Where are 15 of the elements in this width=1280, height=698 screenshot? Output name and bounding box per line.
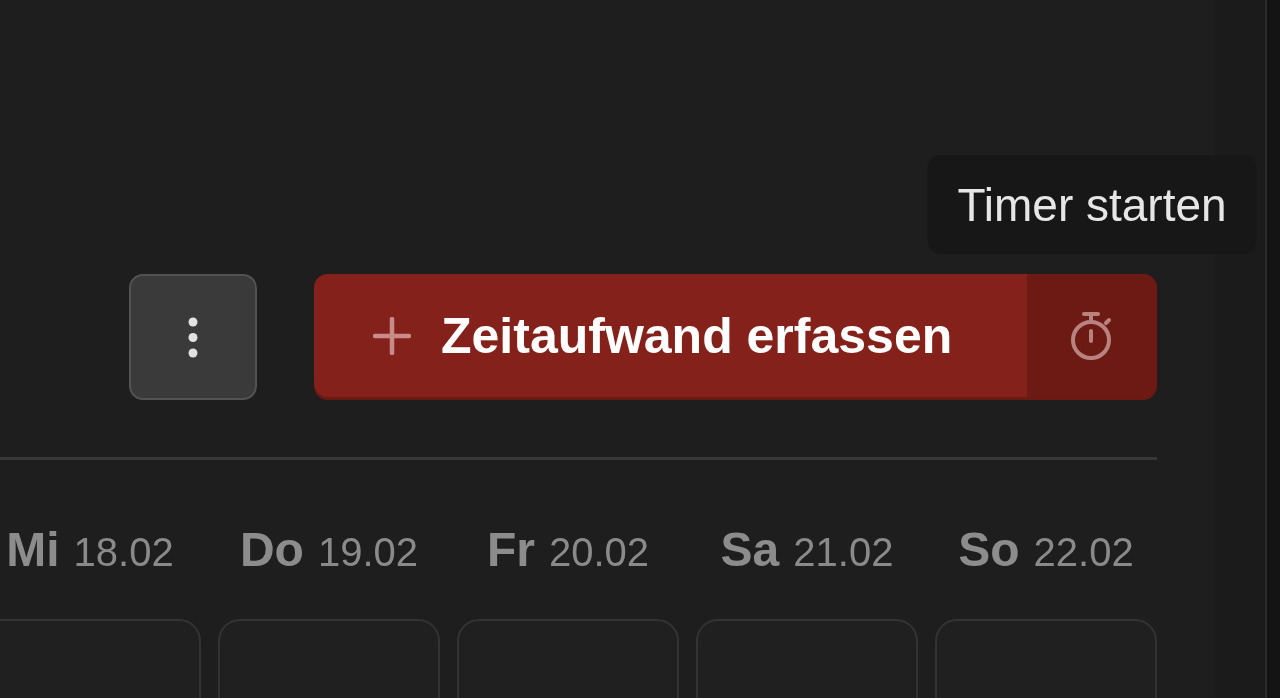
tooltip: Timer starten — [927, 155, 1257, 254]
date-label: 19.02 — [317, 532, 419, 572]
more-icon — [188, 316, 198, 358]
weekday-label: So — [958, 526, 1020, 574]
weekday-label: Do — [239, 526, 304, 574]
weekday-label: Fr — [486, 526, 535, 574]
date-label: 21.02 — [793, 532, 894, 572]
stopwatch-icon — [1071, 310, 1113, 361]
plus-icon — [373, 316, 411, 355]
weekday-label: Sa — [720, 526, 780, 574]
date-label: 18.02 — [73, 532, 174, 572]
weekday-label: Mi — [6, 526, 60, 574]
date-label: 20.02 — [548, 532, 650, 572]
date-label: 22.02 — [1033, 532, 1134, 572]
add-time-entry-button[interactable]: Zeitaufwand erfassen — [314, 274, 1027, 397]
